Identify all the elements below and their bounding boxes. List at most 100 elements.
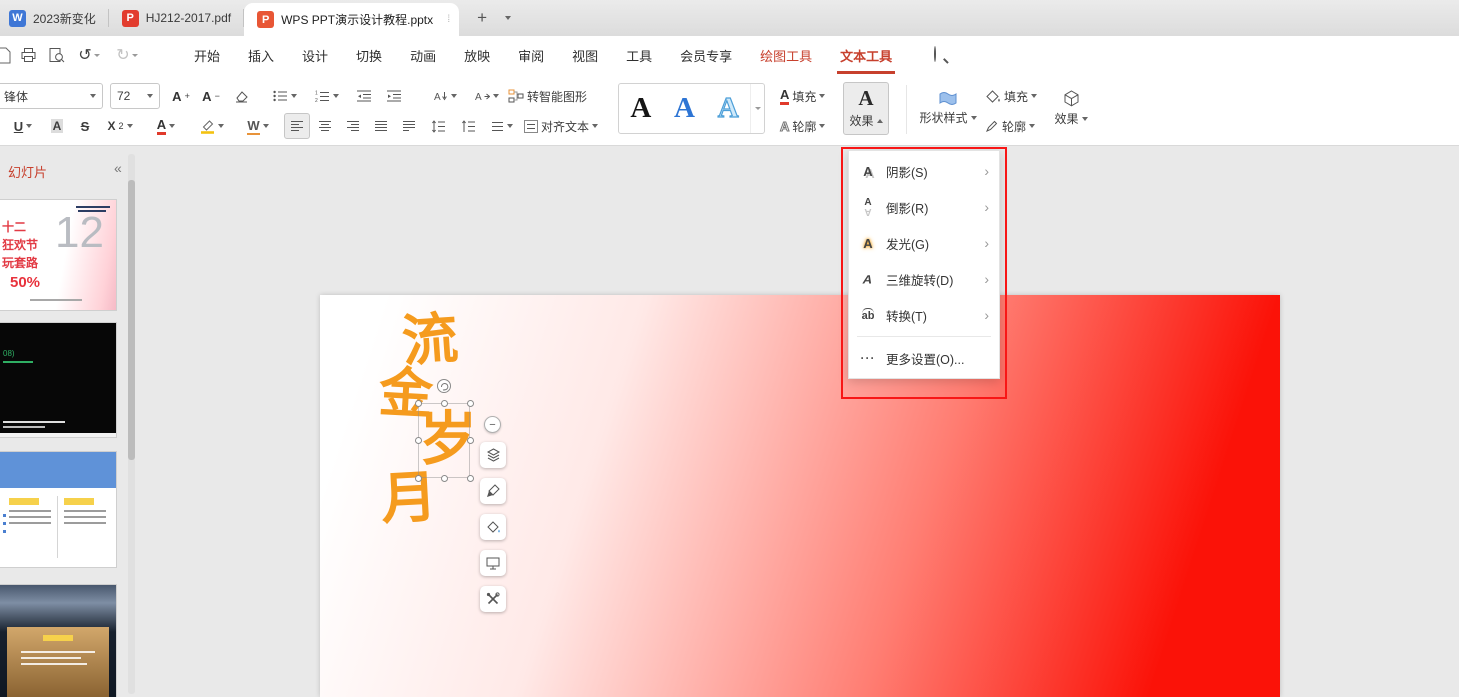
shape-styles-button[interactable]: 形状样式 <box>915 82 981 135</box>
shape-effects-button[interactable]: 效果 <box>1048 82 1094 135</box>
settings-tools-button[interactable] <box>480 586 506 612</box>
menu-design[interactable]: 设计 <box>288 36 342 74</box>
align-right-button[interactable] <box>340 113 366 139</box>
clipped-file-icon[interactable] <box>0 43 15 67</box>
chevron-down-icon[interactable] <box>131 53 138 57</box>
character-format-button[interactable]: A <box>468 83 506 109</box>
menu-transition[interactable]: 切换 <box>342 36 396 74</box>
decrease-font-button[interactable]: A − <box>197 83 225 109</box>
undo-button[interactable]: ↺ <box>74 43 104 67</box>
strikethrough-button[interactable]: S <box>72 113 98 139</box>
format-brush-button[interactable] <box>480 478 506 504</box>
text-direction-button[interactable]: A <box>426 83 464 109</box>
menu-item-3d-rotation[interactable]: A 三维旋转(D) › <box>849 261 999 297</box>
text-fill-button[interactable]: A 填充 <box>780 83 840 109</box>
text-outline-button[interactable]: A 轮廓 <box>779 113 840 139</box>
redo-button[interactable]: ↻ <box>112 43 142 67</box>
character-shading-icon: A <box>50 119 64 133</box>
print-button[interactable] <box>16 43 40 67</box>
justify-button[interactable] <box>368 113 394 139</box>
wordart-style-plain[interactable]: A <box>619 94 663 123</box>
align-left-button[interactable] <box>284 113 310 139</box>
reflection-effect-icon: AA <box>864 197 872 218</box>
shape-outline-button[interactable]: 轮廓 <box>985 113 1045 139</box>
fill-color-button[interactable] <box>480 514 506 540</box>
clear-format-button[interactable] <box>227 83 255 109</box>
wordart-style-outline[interactable]: A <box>706 93 750 123</box>
menu-tools[interactable]: 工具 <box>612 36 666 74</box>
wordart-style-blue[interactable]: A <box>663 94 707 123</box>
menu-item-more-settings[interactable]: ··· 更多设置(O)... <box>849 340 999 376</box>
align-text-label: 对齐文本 <box>541 119 590 134</box>
menu-slideshow[interactable]: 放映 <box>450 36 504 74</box>
strikethrough-icon: S <box>80 118 90 134</box>
resize-handle-nw[interactable] <box>415 400 422 407</box>
align-center-button[interactable] <box>312 113 338 139</box>
slide-canvas[interactable]: 流 金 岁 月 <box>320 295 1280 697</box>
slide-thumbnail-3[interactable] <box>0 452 116 567</box>
font-size-select[interactable]: 72 <box>110 83 160 109</box>
line-options-button[interactable] <box>484 113 520 139</box>
decorative-bar <box>64 516 106 518</box>
menu-home[interactable]: 开始 <box>180 36 234 74</box>
text-effects-button[interactable]: A 效果 <box>843 82 889 135</box>
increase-indent-button[interactable] <box>380 83 408 109</box>
selection-box[interactable] <box>418 403 470 478</box>
resize-handle-e[interactable] <box>467 437 474 444</box>
superscript-button[interactable]: X2 <box>100 113 140 139</box>
tab-2023-changes[interactable]: W 2023新变化 <box>0 0 109 36</box>
numbered-list-button[interactable]: 12 <box>308 83 346 109</box>
chevron-down-icon[interactable] <box>93 53 100 57</box>
layout-button[interactable] <box>480 550 506 576</box>
text-effect-style-button[interactable]: W <box>238 113 278 139</box>
slide-thumbnail-4[interactable] <box>0 585 116 697</box>
menu-review[interactable]: 审阅 <box>504 36 558 74</box>
align-text-button[interactable]: 对齐文本 <box>524 113 620 139</box>
tab-wps-ppt-tutorial[interactable]: P WPS PPT演示设计教程.pptx ⁞ <box>244 3 460 36</box>
slides-scrollbar[interactable] <box>128 154 135 694</box>
collapse-panel-icon[interactable]: « <box>114 160 122 176</box>
layer-order-button[interactable] <box>480 442 506 468</box>
rotate-handle[interactable] <box>437 379 451 393</box>
increase-font-button[interactable]: A + <box>167 83 195 109</box>
menu-insert[interactable]: 插入 <box>234 36 288 74</box>
tab-more-icon[interactable]: ⁞ <box>447 14 450 25</box>
shape-fill-button[interactable]: 填充 <box>985 83 1045 109</box>
menu-drawing-tools[interactable]: 绘图工具 <box>746 36 826 74</box>
underline-button[interactable]: U <box>6 113 40 139</box>
menu-item-reflection[interactable]: AA 倒影(R) › <box>849 189 999 225</box>
tab-hj212-pdf[interactable]: P HJ212-2017.pdf <box>109 0 245 36</box>
collapse-toolbar-button[interactable]: − <box>484 416 501 433</box>
slide-thumbnail-2[interactable]: 08) <box>0 323 116 437</box>
character-shading-button[interactable]: A <box>44 113 70 139</box>
scrollbar-thumb[interactable] <box>128 180 135 460</box>
menu-item-shadow[interactable]: A 阴影(S) › <box>849 153 999 189</box>
font-name-select[interactable]: 锋体 <box>0 83 103 109</box>
bullet-list-button[interactable] <box>266 83 304 109</box>
new-tab-button[interactable]: + <box>469 5 495 31</box>
menu-animation[interactable]: 动画 <box>396 36 450 74</box>
menu-member[interactable]: 会员专享 <box>666 36 746 74</box>
menu-view[interactable]: 视图 <box>558 36 612 74</box>
resize-handle-n[interactable] <box>441 400 448 407</box>
print-preview-button[interactable] <box>44 43 68 67</box>
resize-handle-se[interactable] <box>467 475 474 482</box>
decrease-indent-button[interactable] <box>350 83 378 109</box>
resize-handle-sw[interactable] <box>415 475 422 482</box>
menu-item-transform[interactable]: ab 转换(T) › <box>849 297 999 333</box>
menu-item-glow[interactable]: A 发光(G) › <box>849 225 999 261</box>
highlight-button[interactable] <box>192 113 232 139</box>
paragraph-spacing-button[interactable] <box>454 113 482 139</box>
resize-handle-ne[interactable] <box>467 400 474 407</box>
wordart-gallery-more-button[interactable] <box>750 84 764 133</box>
line-spacing-button[interactable] <box>424 113 452 139</box>
distribute-button[interactable] <box>396 113 422 139</box>
menu-text-tools[interactable]: 文本工具 <box>826 36 906 74</box>
convert-smart-graphic-button[interactable]: 转智能图形 <box>508 83 608 109</box>
font-color-button[interactable]: A <box>146 113 186 139</box>
search-button[interactable] <box>934 46 950 63</box>
slide-thumbnail-1[interactable]: 12 十二 狂欢节 玩套路 50% <box>0 200 116 310</box>
resize-handle-w[interactable] <box>415 437 422 444</box>
resize-handle-s[interactable] <box>441 475 448 482</box>
tab-list-dropdown[interactable] <box>497 5 519 31</box>
